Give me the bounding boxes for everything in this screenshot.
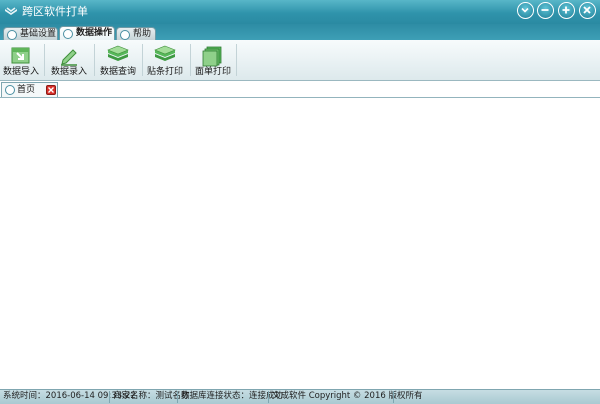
ribbon-divider [94,44,95,76]
plus-icon [562,6,570,14]
waybill-print-button[interactable]: 面单打印 [194,40,232,80]
ribbon-divider [44,44,45,76]
tab-label: 数据操作 [76,28,113,38]
data-entry-button[interactable]: 数据录入 [50,40,88,80]
data-query-button[interactable]: 数据查询 [98,40,138,80]
app-logo-icon [5,7,17,15]
close-icon [48,87,54,93]
tab-label: 基础设置 [20,29,57,39]
status-copyright: 文成软件 Copyright © 2016 版权所有 [272,391,423,401]
status-divider [393,391,394,403]
close-button[interactable] [579,2,596,19]
ribbon-toolbar: 数据导入 数据录入 数据查询 贴条打印 面单打印 [0,40,600,81]
data-import-button[interactable]: 数据导入 [2,40,40,80]
ribbon-button-label: 面单打印 [194,67,231,77]
chevron-down-icon [521,7,529,13]
home-tab-icon [5,85,15,95]
title-bar: 跨区软件打单 [0,0,600,24]
ribbon-button-label: 贴条打印 [146,67,183,77]
ribbon-button-label: 数据录入 [50,67,87,77]
ribbon-divider [236,44,237,76]
tab-bullet-icon [7,30,17,40]
ribbon-button-label: 数据查询 [99,67,136,77]
tab-bullet-icon [63,29,73,39]
ribbon-divider [142,44,143,76]
minus-icon [541,9,549,11]
close-icon [583,6,591,14]
tab-data-operations[interactable]: 数据操作 [59,26,115,40]
tab-basic-settings[interactable]: 基础设置 [3,27,58,40]
ribbon-divider [190,44,191,76]
close-tab-button[interactable] [46,85,56,95]
doc-tab-home[interactable]: 首页 [1,82,58,97]
label-print-button[interactable]: 贴条打印 [146,40,184,80]
window-title: 跨区软件打单 [22,5,88,18]
minimize-button[interactable] [537,2,554,19]
tab-help[interactable]: 帮助 [116,27,156,40]
document-tab-bar: 首页 [0,81,600,98]
tab-bullet-icon [120,30,130,40]
main-content-area [0,98,600,389]
tab-label: 帮助 [133,29,152,39]
collapse-ribbon-button[interactable] [517,2,534,19]
maximize-button[interactable] [558,2,575,19]
doc-tab-label: 首页 [17,85,36,95]
status-bar: 系统时间：2016-06-14 09:33:22 商家名称：测试名称 数据库连接… [0,389,600,404]
menu-tab-strip: 基础设置 数据操作 帮助 [0,24,600,40]
ribbon-button-label: 数据导入 [2,67,39,77]
